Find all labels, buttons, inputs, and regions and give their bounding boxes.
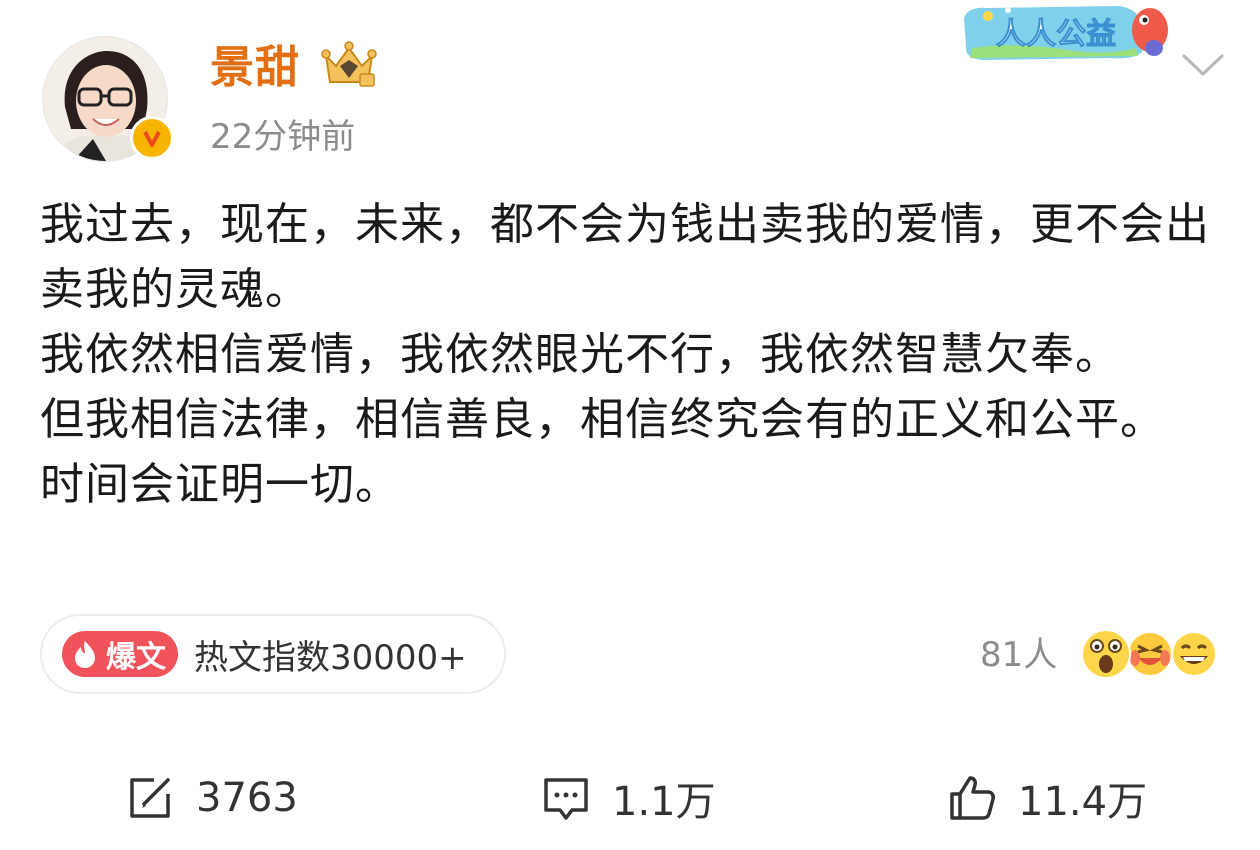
charity-banner-label: 人人公益 — [996, 17, 1116, 52]
thumbs-up-icon — [950, 776, 995, 820]
baowen-badge: 爆文 — [62, 631, 178, 677]
post-paragraph: 时间会证明一切。 — [40, 459, 400, 510]
comment-icon — [544, 778, 588, 820]
like-count: 11.4万 — [1018, 779, 1148, 825]
hot-index-text: 热文指数30000+ — [194, 637, 467, 678]
grin-emoji-icon — [1171, 631, 1217, 677]
flame-icon — [75, 641, 95, 668]
post-content: 我过去，现在，未来，都不会为钱出卖我的爱情，更不会出卖我的灵魂。 我依然相信爱情… — [40, 192, 1230, 517]
crying-laugh-emoji-icon — [1127, 631, 1173, 677]
comment-count: 1.1万 — [612, 779, 716, 825]
shocked-emoji-icon — [1081, 629, 1131, 679]
like-button[interactable]: 11.4万 — [946, 768, 1147, 828]
charity-banner[interactable]: 人人公益 — [958, 2, 1172, 62]
avatar-container[interactable] — [42, 36, 174, 162]
repost-icon — [130, 778, 170, 818]
weibo-post: 景甜 22分钟前 人人公益 我过去，现在，未来，都不会为钱出卖我的爱情，更不会出… — [0, 0, 1260, 850]
reaction-emojis[interactable] — [1080, 626, 1220, 682]
repost-count: 3763 — [196, 775, 298, 821]
user-name[interactable]: 景甜 — [210, 38, 300, 98]
reaction-count[interactable]: 81人 — [980, 632, 1057, 678]
vip-crown-icon[interactable] — [320, 40, 378, 90]
post-paragraph: 但我相信法律，相信善良，相信终究会有的正义和公平。 — [40, 394, 1165, 445]
post-paragraph: 我依然相信爱情，我依然眼光不行，我依然智慧欠奉。 — [40, 329, 1120, 380]
baowen-label: 爆文 — [106, 640, 166, 675]
post-paragraph: 我过去，现在，未来，都不会为钱出卖我的爱情，更不会出卖我的灵魂。 — [40, 199, 1210, 315]
comment-button[interactable]: 1.1万 — [540, 768, 716, 828]
verified-v-icon — [130, 116, 174, 160]
repost-button[interactable]: 3763 — [124, 768, 298, 828]
post-time: 22分钟前 — [210, 117, 356, 157]
chevron-down-icon[interactable] — [1180, 50, 1226, 80]
hot-index-pill[interactable]: 爆文 热文指数30000+ — [40, 614, 506, 694]
